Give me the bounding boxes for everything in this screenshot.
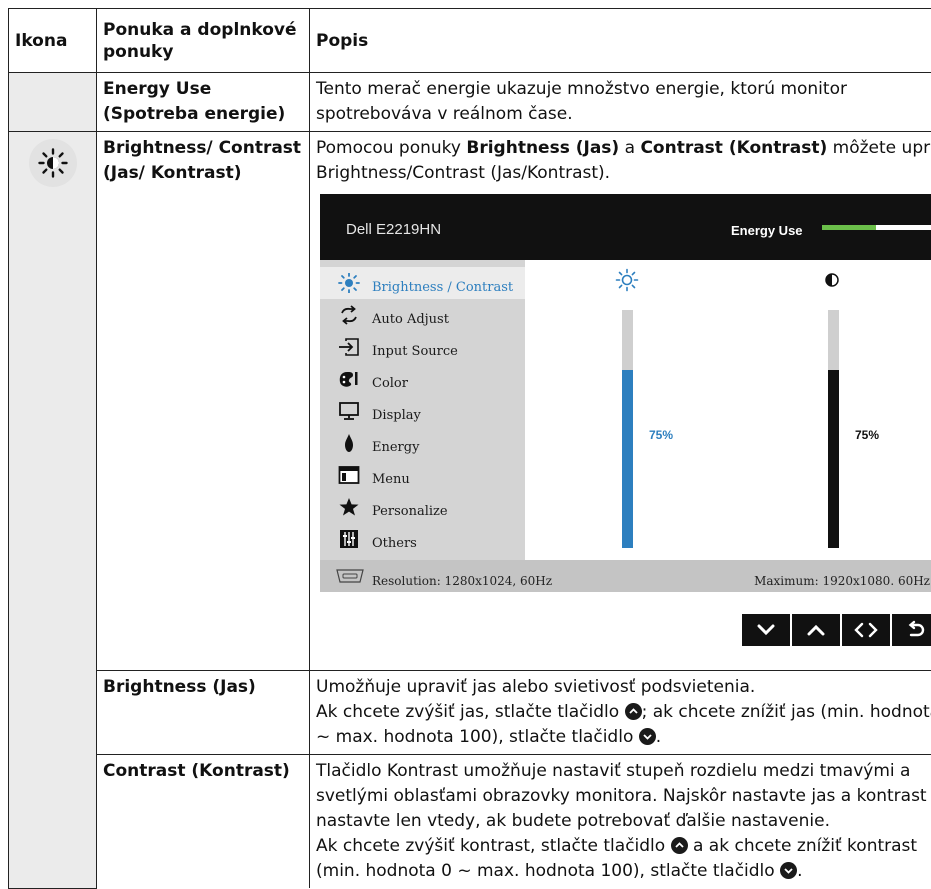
color-palette-icon (338, 369, 360, 389)
table-row: Brightness/ Contrast (Jas/ Kontrast) Pom… (9, 132, 931, 671)
sliders-icon (338, 529, 360, 549)
osd-menu-item-label: Brightness / Contrast (372, 275, 513, 300)
row-name: Brightness/ Contrast (Jas/ Kontrast) (97, 132, 310, 671)
osd-body: Brightness / Contrast Auto Adjust Input So… (320, 260, 931, 560)
menu-window-icon (338, 465, 360, 485)
desc-text: Tlačidlo Kontrast umožňuje nastaviť stup… (316, 761, 927, 831)
osd-menu-item-label: Input Source (372, 339, 458, 364)
brightness-slider-fill (622, 370, 633, 549)
row-name: Brightness (Jas) (97, 671, 310, 755)
energy-drop-icon (338, 433, 360, 453)
down-button[interactable] (742, 614, 790, 646)
desc-text: Ak chcete zvýšiť jas, stlačte tlačidlo (316, 702, 625, 722)
row-icon-cell (9, 132, 97, 889)
header-menu-col: Ponuka a doplnkové ponuky (97, 9, 310, 73)
brightness-slider[interactable] (622, 310, 633, 548)
osd-menu-item-label: Display (372, 403, 421, 428)
table-row: Brightness (Jas) Umožňuje upraviť jas al… (9, 671, 931, 755)
osd-model-name: Dell E2219HN (346, 217, 441, 242)
row-description: Tlačidlo Kontrast umožňuje nastaviť stup… (310, 755, 931, 889)
osd-screenshot: Dell E2219HN Energy Use Brightness / Con… (320, 194, 931, 660)
chevron-up-icon (806, 623, 826, 637)
row-icon-cell (9, 73, 97, 132)
up-button-icon (625, 703, 642, 720)
desc-text: . (797, 861, 802, 881)
down-button-icon (639, 728, 656, 745)
brightness-value: 75% (649, 423, 673, 448)
osd-menu-item-label: Menu (372, 467, 410, 492)
vga-connector-icon (334, 569, 366, 583)
osd-menu-item[interactable]: Menu (320, 459, 525, 491)
osd-menu-item-label: Auto Adjust (372, 307, 449, 332)
desc-text: Umožňuje upraviť jas alebo svietivosť po… (316, 677, 755, 697)
down-button-icon (780, 862, 797, 879)
auto-adjust-icon (338, 305, 360, 325)
osd-energy-meter-fill (822, 225, 876, 230)
osd-footer: Resolution: 1280x1024, 60Hz Maximum: 192… (320, 560, 931, 592)
chevron-down-icon (756, 623, 776, 637)
row-description: Pomocou ponuky Brightness (Jas) a Contra… (310, 132, 931, 671)
osd-menu-item[interactable]: Others (320, 523, 525, 555)
sun-icon (615, 268, 639, 292)
osd-menu-item-label: Color (372, 371, 408, 396)
up-button[interactable] (792, 614, 840, 646)
table-row: Contrast (Kontrast) Tlačidlo Kontrast um… (9, 755, 931, 889)
desc-text: Pomocou ponuky (316, 138, 466, 158)
osd-panel: 75% 75% (525, 260, 931, 560)
back-button[interactable] (892, 614, 931, 646)
star-icon (338, 497, 360, 517)
row-description: Tento merač energie ukazuje množstvo ene… (310, 73, 931, 132)
osd-menu-item-label: Energy (372, 435, 419, 460)
osd-menu-item[interactable]: Color (320, 363, 525, 395)
enter-button[interactable] (842, 614, 890, 646)
osd-menu-item[interactable]: Brightness / Contrast (320, 267, 525, 299)
osd-menu-item-label: Others (372, 531, 417, 556)
desc-text: a (619, 138, 640, 158)
sun-icon (338, 273, 360, 293)
up-button-icon (671, 837, 688, 854)
contrast-slider[interactable] (828, 310, 839, 548)
osd-menu: Brightness / Contrast Auto Adjust Input So… (320, 260, 525, 560)
row-description: Umožňuje upraviť jas alebo svietivosť po… (310, 671, 931, 755)
contrast-slider-fill (828, 370, 839, 549)
table-row: Energy Use (Spotreba energie) Tento mera… (9, 73, 931, 132)
desc-text: . (656, 727, 661, 747)
osd-header: Dell E2219HN Energy Use (320, 194, 931, 260)
desc-text: Ak chcete zvýšiť kontrast, stlačte tlači… (316, 836, 671, 856)
enter-icon (853, 622, 879, 638)
osd-nav-buttons (740, 614, 931, 646)
row-name: Energy Use (Spotreba energie) (97, 73, 310, 132)
osd-description-table: Ikona Ponuka a doplnkové ponuky Popis En… (8, 8, 931, 889)
display-monitor-icon (338, 401, 360, 421)
contrast-value: 75% (855, 423, 879, 448)
osd-energy-label: Energy Use (731, 218, 803, 243)
desc-bold-brightness: Brightness (Jas) (466, 138, 619, 158)
header-icon-col: Ikona (9, 9, 97, 73)
contrast-icon (825, 273, 839, 287)
osd-max-resolution: Maximum: 1920x1080. 60Hz (754, 569, 930, 594)
back-icon (906, 620, 926, 640)
input-source-icon (338, 337, 360, 357)
header-desc-col: Popis (310, 9, 931, 73)
desc-bold-contrast: Contrast (Kontrast) (640, 138, 827, 158)
osd-resolution: Resolution: 1280x1024, 60Hz (372, 569, 552, 594)
osd-menu-item-label: Personalize (372, 499, 448, 524)
osd-menu-item[interactable]: Personalize (320, 491, 525, 523)
osd-energy-meter (822, 225, 931, 230)
osd-menu-item[interactable]: Energy (320, 427, 525, 459)
osd-menu-item[interactable]: Auto Adjust (320, 299, 525, 331)
osd-menu-item[interactable]: Display (320, 395, 525, 427)
brightness-sun-icon (29, 139, 77, 187)
osd-menu-item[interactable]: Input Source (320, 331, 525, 363)
row-name: Contrast (Kontrast) (97, 755, 310, 889)
